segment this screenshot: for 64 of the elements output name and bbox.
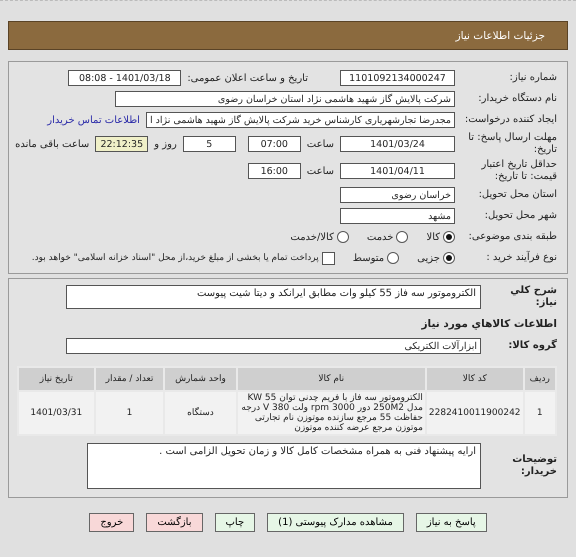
field-label: شهر محل تحویل: <box>484 210 557 222</box>
field-label: نام دستگاه خریدار: <box>477 93 557 105</box>
checkbox-label: پرداخت تمام یا بخشی از مبلغ خرید،از محل "اسناد خزانه اسلامی" خواهد بود. <box>32 253 319 263</box>
remaining-time-field: 22:12:35 <box>95 136 148 152</box>
action-button[interactable]: مشاهده مدارک پیوستی (1) <box>267 513 404 532</box>
action-button[interactable]: پاسخ به نیاز <box>416 513 487 532</box>
field-label: نوع فرآیند خرید : <box>485 252 557 264</box>
column-header: تاریخ نیاز <box>18 367 95 391</box>
deadline-date-field: 1401/03/24 <box>340 136 455 152</box>
section-title: اطلاعات کالاهاي مورد نياز <box>420 318 557 330</box>
table-cell: 1401/03/31 <box>18 391 95 435</box>
goods-group-field: ابزارآلات الکتریکی <box>66 338 481 354</box>
radio-label: خدمت <box>366 232 394 242</box>
buyer-org-field: شرکت پالایش گاز شهید هاشمی نژاد استان خراسان رضوی <box>115 91 455 107</box>
validity-time-field: 16:00 <box>248 163 301 179</box>
table-cell: 2282410011900242 <box>426 391 524 435</box>
radio-button[interactable] <box>443 231 455 243</box>
page-header: جزئیات اطلاعات نیاز <box>8 21 568 50</box>
radio-label: جزیی <box>417 252 440 264</box>
field-label: ساعت <box>306 138 334 150</box>
deadline-time-field: 07:00 <box>248 136 301 152</box>
radio-label: کالا <box>426 232 440 242</box>
city-field: مشهد <box>340 208 455 224</box>
action-button[interactable]: بازگشت <box>146 513 202 532</box>
field-label: ساعت باقی مانده <box>15 138 90 150</box>
creator-field: مجدرضا تجارشهریاری کارشناس خرید شرکت پالایش گاز شهید هاشمی نژاد ا <box>146 112 455 128</box>
column-header: واحد شمارش <box>164 367 237 391</box>
field-label: تاریخ و ساعت اعلان عمومی: <box>187 72 308 84</box>
summary-field: الکتروموتور سه فاز 55 کیلو وات مطابق ایرانکد و دیتا شیت پیوست <box>66 285 481 309</box>
need-number-field: 1101092134000247 <box>340 70 455 86</box>
field-label: شماره نیاز: <box>508 72 557 84</box>
column-header: کد کالا <box>426 367 524 391</box>
field-label: حداقل تاریخ اعتبار قیمت: تا تاریخ: <box>480 159 557 183</box>
buyer-notes-field: ارایه پیشنهاد فنی به همراه مشخصات کامل کالا و زمان تحویل الزامی است . <box>87 443 481 489</box>
buyer-contact-link[interactable]: اطلاعات تماس خریدار <box>47 114 140 126</box>
field-label: روز و <box>154 138 177 150</box>
action-button[interactable]: خروج <box>89 513 134 532</box>
column-header: تعداد / مقدار <box>94 367 164 391</box>
field-label: استان محل تحویل: <box>478 189 557 201</box>
field-label: مهلت ارسال پاسخ: تا تاریخ: <box>467 132 557 156</box>
table-cell: الکتروموتور سه فاز با فریم چدنی توان KW 55 مدل 250M2 دور 3000 rpm ولت 380 V درجه حفاظت 55 مرجع سازنده موتوزن نام تجارتی موتوزن مرجع عرضه کننده موتوزن <box>236 391 426 435</box>
radio-label: متوسط <box>352 252 384 264</box>
validity-date-field: 1401/04/11 <box>340 163 455 179</box>
radio-button[interactable] <box>396 231 408 243</box>
province-field: خراسان رضوی <box>340 187 455 203</box>
radio-button[interactable] <box>336 231 349 243</box>
radio-label: کالا/خدمت <box>290 232 334 242</box>
radio-button[interactable] <box>387 252 400 264</box>
table-cell: 1 <box>94 391 164 435</box>
field-label: شرح کلي نياز: <box>509 285 557 309</box>
column-header: ردیف <box>524 367 556 391</box>
checkbox[interactable] <box>322 252 335 264</box>
column-header: نام کالا <box>236 367 426 391</box>
field-label: طبقه بندی موضوعی: <box>468 231 557 243</box>
field-label: توضیحات خریدار: <box>511 454 557 478</box>
announce-field: 1401/03/18 - 08:08 <box>68 70 182 86</box>
table-cell: دستگاه <box>164 391 237 435</box>
action-button[interactable]: چاپ <box>214 513 256 532</box>
field-label: گروه کالا: <box>507 340 557 352</box>
table-cell: 1 <box>524 391 556 435</box>
field-label: ایجاد کننده درخواست: <box>464 114 557 126</box>
field-label: ساعت <box>306 166 334 176</box>
radio-button[interactable] <box>443 252 455 264</box>
days-field: 5 <box>182 136 236 152</box>
